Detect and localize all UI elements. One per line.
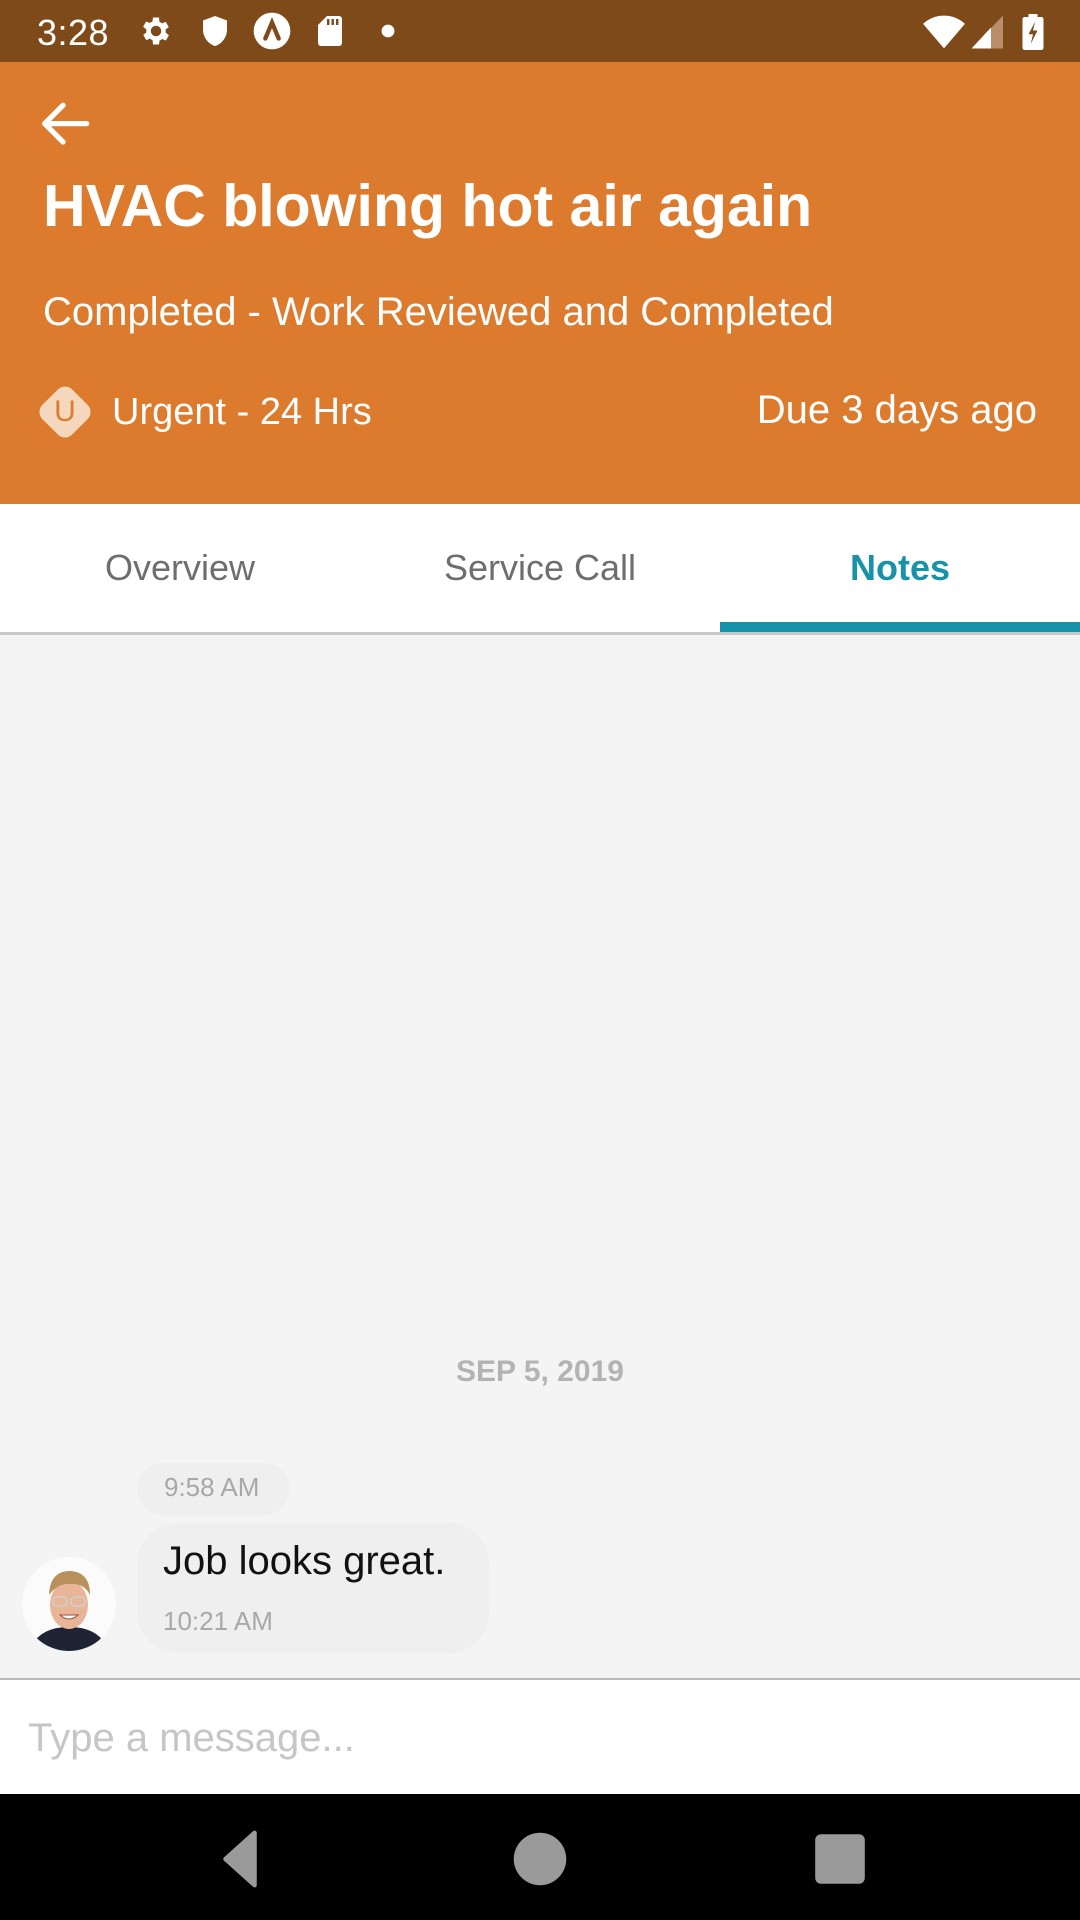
message-text: Job looks great.: [163, 1539, 446, 1583]
avatar-photo-icon: [22, 1557, 116, 1651]
back-arrow-icon[interactable]: [40, 98, 110, 168]
status-bar: 3:28: [0, 0, 1080, 62]
message-time-pill: 9:58 AM: [137, 1463, 290, 1515]
job-status: Completed - Work Reviewed and Completed: [43, 290, 834, 334]
message-bubble[interactable]: Job looks great. 10:21 AM: [137, 1523, 489, 1653]
shield-icon: [203, 16, 227, 46]
message-time: 10:21 AM: [163, 1606, 273, 1636]
date-separator: SEP 5, 2019: [456, 1355, 624, 1388]
wifi-icon: [923, 15, 965, 49]
priority-indicator: U Urgent - 24 Hrs: [35, 382, 372, 442]
message-pill-time: 9:58 AM: [164, 1472, 260, 1502]
home-nav-icon[interactable]: [505, 1824, 575, 1894]
message-composer: [0, 1678, 1080, 1795]
tab-notes[interactable]: Notes: [720, 504, 1080, 632]
priority-badge-letter: U: [54, 395, 76, 428]
app-caret-icon: [253, 12, 291, 50]
back-nav-icon[interactable]: [205, 1824, 275, 1894]
message-input[interactable]: [26, 1698, 1050, 1778]
tab-overview[interactable]: Overview: [0, 504, 360, 632]
recents-nav-icon[interactable]: [805, 1824, 875, 1894]
status-time: 3:28: [37, 12, 110, 53]
tab-service-call[interactable]: Service Call: [360, 504, 720, 632]
battery-charging-icon: [1022, 14, 1044, 50]
tab-bar: Overview Service Call Notes: [0, 504, 1080, 635]
job-header: HVAC blowing hot air again Completed - W…: [0, 62, 1080, 504]
priority-badge-icon: U: [35, 382, 95, 442]
sd-card-icon: [318, 16, 342, 46]
system-nav-bar: [0, 1794, 1080, 1920]
dot-icon: [381, 24, 395, 38]
notes-conversation[interactable]: SEP 5, 2019 9:58 AM Job looks great. 10:…: [0, 635, 1080, 1678]
job-title: HVAC blowing hot air again: [43, 173, 813, 239]
cellular-signal-icon: [971, 15, 1003, 49]
due-date: Due 3 days ago: [756, 388, 1037, 432]
user-avatar[interactable]: [22, 1557, 116, 1651]
priority-label: Urgent - 24 Hrs: [112, 390, 372, 433]
gear-icon: [143, 17, 169, 45]
